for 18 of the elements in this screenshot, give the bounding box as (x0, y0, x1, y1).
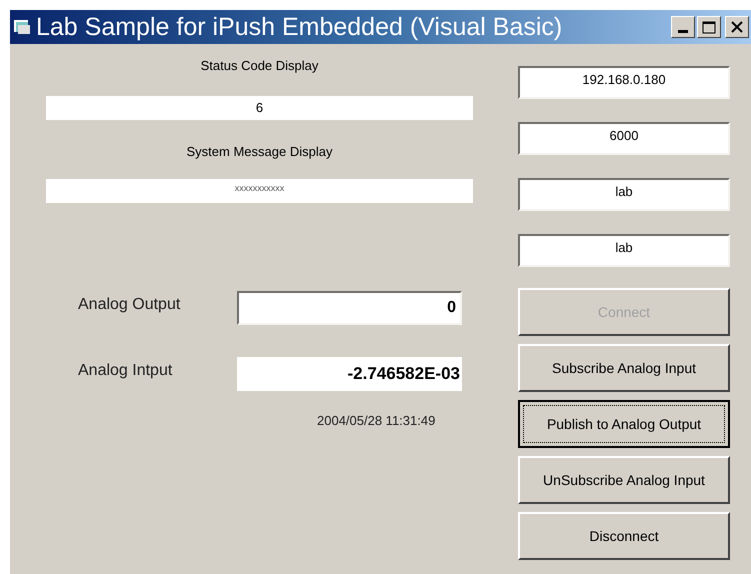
analog-label: Analog Output (77, 295, 182, 315)
connection-field[interactable]: 192.168.0.180 (518, 66, 730, 99)
system-message-label: System Message Display (186, 142, 334, 161)
analog-input-display: -2.746582E-03 (237, 357, 462, 391)
analog-label: Analog Intput (77, 361, 174, 381)
timestamp: 2004/05/28 11:31:49 (317, 412, 436, 430)
window-title: Lab Sample for iPush Embedded (Visual Basic) (36, 14, 564, 40)
connection-field[interactable]: 6000 (518, 122, 730, 155)
status-code-display: 6 (46, 96, 473, 120)
analog-output-field[interactable]: 0 (237, 291, 462, 325)
action-button[interactable]: UnSubscribe Analog Input (518, 456, 730, 504)
action-button[interactable]: Subscribe Analog Input (518, 344, 730, 392)
system-message-display: xxxxxxxxxxx (46, 179, 473, 203)
action-button[interactable]: Disconnect (518, 512, 730, 560)
status-code-label: Status Code Display (200, 57, 320, 75)
connection-field[interactable]: lab (518, 234, 730, 267)
action-button[interactable]: Publish to Analog Output (518, 400, 730, 448)
connection-field[interactable]: lab (518, 178, 730, 211)
